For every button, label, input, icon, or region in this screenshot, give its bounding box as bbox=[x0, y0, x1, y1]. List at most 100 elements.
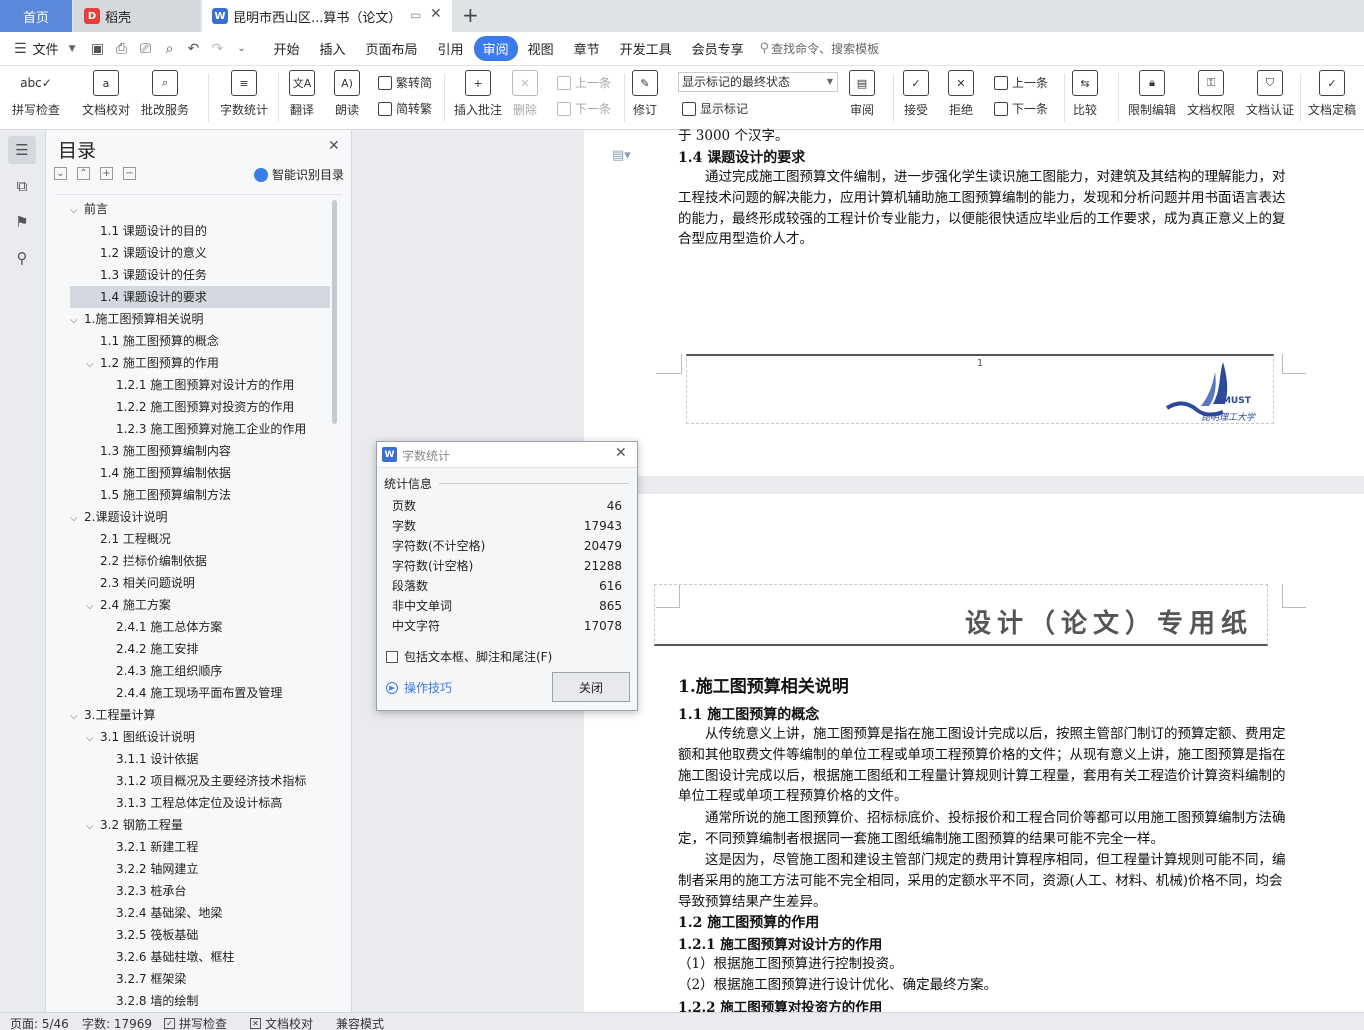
new-tab-icon[interactable]: + bbox=[462, 3, 479, 27]
toc-item[interactable]: ⌵ 2.4 施工方案 bbox=[70, 594, 330, 616]
menu-reference[interactable]: 引用 bbox=[428, 36, 474, 61]
close-icon[interactable]: ✕ bbox=[615, 445, 627, 461]
toc-item[interactable]: 3.2.6 基础柱墩、框柱 bbox=[70, 946, 330, 968]
revise-button[interactable]: ✎ 修订 bbox=[632, 70, 658, 118]
toc-item[interactable]: 2.4.2 施工安排 bbox=[70, 638, 330, 660]
menu-review[interactable]: 审阅 bbox=[473, 36, 518, 61]
redo-icon[interactable]: ↷ bbox=[209, 40, 227, 58]
tab-document[interactable]: W 昆明市西山区...算书（论文） ▭ ✕ bbox=[202, 0, 452, 32]
toc-item[interactable]: 1.1 课题设计的目的 bbox=[70, 220, 330, 242]
translate-button[interactable]: 文A 翻译 bbox=[289, 70, 315, 118]
toc-item[interactable]: 3.2.5 筏板基础 bbox=[70, 924, 330, 946]
quick-access-dropdown-icon[interactable]: ⌄ bbox=[233, 40, 251, 58]
show-markup-button[interactable]: 显示标记 bbox=[682, 100, 748, 117]
tips-link[interactable]: ▶ 操作技巧 bbox=[386, 679, 452, 696]
page-indicator[interactable]: 页面: 5/46 bbox=[10, 1015, 69, 1030]
menu-chapter[interactable]: 章节 bbox=[564, 36, 610, 61]
menu-file[interactable]: 文件 bbox=[27, 36, 69, 61]
toc-item[interactable]: 2.3 相关问题说明 bbox=[70, 572, 330, 594]
toc-item[interactable]: 1.3 施工图预算编制内容 bbox=[70, 440, 330, 462]
chevron-down-icon[interactable]: ⌵ bbox=[86, 816, 100, 838]
toc-item[interactable]: 3.2.7 框架梁 bbox=[70, 968, 330, 990]
toc-item[interactable]: ⌵ 3.1 图纸设计说明 bbox=[70, 726, 330, 748]
toc-item[interactable]: 2.1 工程概况 bbox=[70, 528, 330, 550]
chevron-down-icon[interactable]: ⌵ bbox=[86, 354, 100, 376]
toc-item[interactable]: 3.2.2 轴网建立 bbox=[70, 858, 330, 880]
toc-nav-icon[interactable]: ☰ bbox=[8, 136, 36, 164]
spellcheck-button[interactable]: abc✓ 拼写检查 bbox=[12, 70, 60, 118]
toc-item[interactable]: 2.4.3 施工组织顺序 bbox=[70, 660, 330, 682]
undo-icon[interactable]: ↶ bbox=[185, 40, 203, 58]
toc-item[interactable]: 1.5 施工图预算编制方法 bbox=[70, 484, 330, 506]
chevron-down-icon[interactable]: ⌵ bbox=[70, 310, 84, 332]
chevron-down-icon[interactable]: ⌵ bbox=[70, 508, 84, 530]
collapse-all-icon[interactable]: ⌃ bbox=[77, 167, 90, 180]
chevron-down-icon[interactable]: ⌵ bbox=[86, 728, 100, 750]
toc-item[interactable]: 3.1.2 项目概况及主要经济技术指标 bbox=[70, 770, 330, 792]
menu-view[interactable]: 视图 bbox=[518, 36, 564, 61]
search-icon[interactable]: ⚲ bbox=[8, 244, 36, 272]
word-count-button[interactable]: ≡ 字数统计 bbox=[220, 70, 268, 118]
menu-layout[interactable]: 页面布局 bbox=[356, 36, 428, 61]
compare-button[interactable]: ⇆ 比较 bbox=[1072, 70, 1098, 118]
toc-item[interactable]: 3.2.8 墙的绘制 bbox=[70, 990, 330, 1008]
doc-finalize-button[interactable]: ✓ 文档定稿 bbox=[1308, 70, 1356, 118]
toc-item[interactable]: 2.4.4 施工现场平面布置及管理 bbox=[70, 682, 330, 704]
menu-developer[interactable]: 开发工具 bbox=[610, 36, 682, 61]
insert-comment-button[interactable]: + 插入批注 bbox=[454, 70, 502, 118]
toc-item[interactable]: 1.2.2 施工图预算对投资方的作用 bbox=[70, 396, 330, 418]
markup-state-select[interactable]: 显示标记的最终状态 ▼ bbox=[678, 72, 838, 92]
doc-proof-button[interactable]: a 文档校对 bbox=[82, 70, 130, 118]
file-dropdown-icon[interactable]: ▼ bbox=[69, 44, 76, 54]
reject-button[interactable]: ✕ 拒绝 bbox=[948, 70, 974, 118]
toc-item[interactable]: 1.3 课题设计的任务 bbox=[70, 264, 330, 286]
include-footnotes-checkbox[interactable]: 包括文本框、脚注和尾注(F) bbox=[386, 648, 552, 665]
proof-status[interactable]: ✕ 文档校对 bbox=[250, 1015, 313, 1030]
tab-home[interactable]: 首页 bbox=[0, 0, 72, 32]
read-aloud-button[interactable]: A) 朗读 bbox=[334, 70, 360, 118]
next-change-button[interactable]: 下一条 bbox=[994, 100, 1048, 117]
toc-item[interactable]: 3.2.1 新建工程 bbox=[70, 836, 330, 858]
chevron-down-icon[interactable]: ⌵ bbox=[70, 200, 84, 222]
delete-comment-button[interactable]: ✕ 删除 bbox=[512, 70, 538, 118]
expand-all-icon[interactable]: ⌄ bbox=[54, 167, 67, 180]
doc-rights-button[interactable]: ⚿ 文档权限 bbox=[1187, 70, 1235, 118]
word-count-indicator[interactable]: 字数: 17969 bbox=[82, 1015, 152, 1030]
toc-item[interactable]: ⌵ 前言 bbox=[70, 198, 330, 220]
next-comment-button[interactable]: 下一条 bbox=[557, 100, 611, 117]
print-icon[interactable]: ⎚ bbox=[137, 40, 155, 58]
tab-daoke[interactable]: D 稻壳 bbox=[74, 0, 200, 32]
toc-item[interactable]: 1.2 课题设计的意义 bbox=[70, 242, 330, 264]
toc-item[interactable]: 2.4.1 施工总体方案 bbox=[70, 616, 330, 638]
remove-level-icon[interactable]: − bbox=[123, 167, 136, 180]
toc-item[interactable]: 1.1 施工图预算的概念 bbox=[70, 330, 330, 352]
prev-comment-button[interactable]: 上一条 bbox=[557, 74, 611, 91]
toc-scrollbar[interactable] bbox=[332, 200, 337, 424]
simp-to-trad-button[interactable]: 简转繁 bbox=[378, 100, 432, 117]
toc-item[interactable]: 3.1.1 设计依据 bbox=[70, 748, 330, 770]
add-level-icon[interactable]: + bbox=[100, 167, 113, 180]
checkbox-box[interactable] bbox=[386, 650, 398, 663]
toc-item[interactable]: ⌵ 3.2 钢筋工程量 bbox=[70, 814, 330, 836]
toc-item[interactable]: 3.2.4 基础梁、地梁 bbox=[70, 902, 330, 924]
toc-item[interactable]: 1.2.3 施工图预算对施工企业的作用 bbox=[70, 418, 330, 440]
batch-service-button[interactable]: ⌕ 批改服务 bbox=[141, 70, 189, 118]
print-preview-icon[interactable]: ⌕ bbox=[161, 40, 179, 58]
pin-icon[interactable]: ▭ bbox=[410, 8, 421, 22]
spellcheck-status[interactable]: ✓ 拼写检查 bbox=[164, 1015, 227, 1030]
toc-item[interactable]: ⌵ 1.施工图预算相关说明 bbox=[70, 308, 330, 330]
review-pane-button[interactable]: ▤ 审阅 bbox=[849, 70, 875, 118]
close-panel-icon[interactable]: ✕ bbox=[328, 138, 340, 154]
toc-item[interactable]: 1.2.1 施工图预算对设计方的作用 bbox=[70, 374, 330, 396]
menu-start[interactable]: 开始 bbox=[264, 36, 310, 61]
toc-item[interactable]: 1.4 课题设计的要求 bbox=[70, 286, 330, 308]
menu-insert[interactable]: 插入 bbox=[310, 36, 356, 61]
toc-item[interactable]: 1.4 施工图预算编制依据 bbox=[70, 462, 330, 484]
bookmark-icon[interactable]: ⚑ bbox=[8, 208, 36, 236]
export-icon[interactable]: ⎙ bbox=[113, 40, 131, 58]
toc-item[interactable]: 3.1.3 工程总体定位及设计标高 bbox=[70, 792, 330, 814]
chapter-nav-icon[interactable]: ⧉ bbox=[8, 172, 36, 200]
menu-member[interactable]: 会员专享 bbox=[682, 36, 754, 61]
toc-item[interactable]: 2.2 拦标价编制依据 bbox=[70, 550, 330, 572]
chevron-down-icon[interactable]: ⌵ bbox=[70, 706, 84, 728]
